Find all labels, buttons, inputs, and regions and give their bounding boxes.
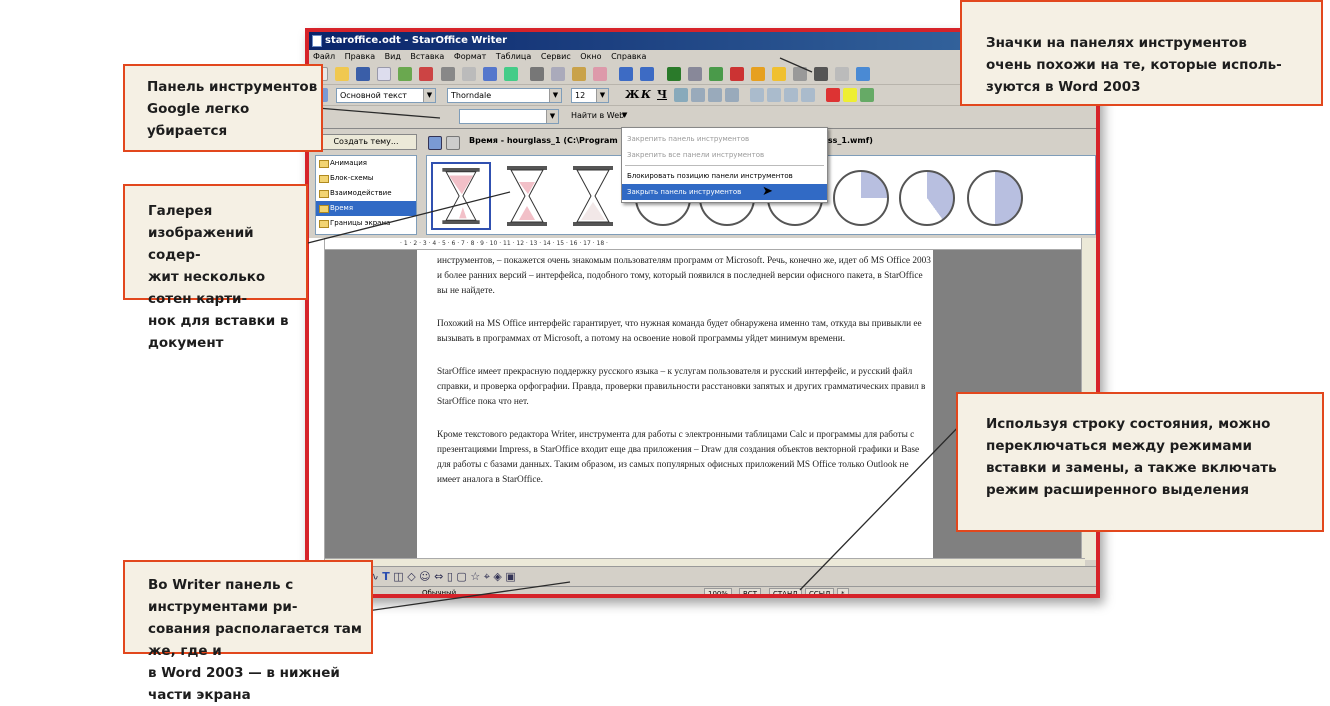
callout-line: Значки на панелях инструментов xyxy=(986,35,1247,51)
callout-toolbar-icons: Значки на панелях инструментов очень пох… xyxy=(960,0,1323,106)
callout-google-toolbar: Панель инструментов Google легко убирает… xyxy=(123,64,323,152)
callout-line: Панель инструментов xyxy=(147,79,318,95)
callout-status-bar: Используя строку состояния, можно перекл… xyxy=(956,392,1324,532)
callout-line: нок для вставки в документ xyxy=(148,313,289,351)
callout-line: очень похожи на те, которые исполь- xyxy=(986,57,1282,73)
callout-line: режим расширенного выделения xyxy=(986,482,1250,498)
callout-line: Google легко убирается xyxy=(147,101,250,139)
callout-line: Во Writer панель с инструментами ри- xyxy=(148,577,298,615)
callout-line: жит несколько сотен карти- xyxy=(148,269,266,307)
callout-line: Используя строку состояния, можно xyxy=(986,416,1271,432)
callout-line: переключаться между режимами xyxy=(986,438,1252,454)
callout-line: зуются в Word 2003 xyxy=(986,79,1141,95)
callout-drawing-toolbar: Во Writer панель с инструментами ри- сов… xyxy=(123,560,373,703)
callout-line: вставки и замены, а также включать xyxy=(986,460,1277,476)
leader-line-icons xyxy=(779,57,813,73)
leader-line-draw xyxy=(359,581,571,613)
callout-line: в Word 2003 — в нижней части экрана xyxy=(148,665,340,703)
callout-line: Галерея изображений содер- xyxy=(148,203,254,263)
leader-line-status xyxy=(799,419,966,591)
callout-gallery: Галерея изображений содер- жит несколько… xyxy=(123,184,308,351)
callout-line: сования располагается там же, где и xyxy=(148,621,362,659)
leader-line-gallery xyxy=(287,191,511,249)
